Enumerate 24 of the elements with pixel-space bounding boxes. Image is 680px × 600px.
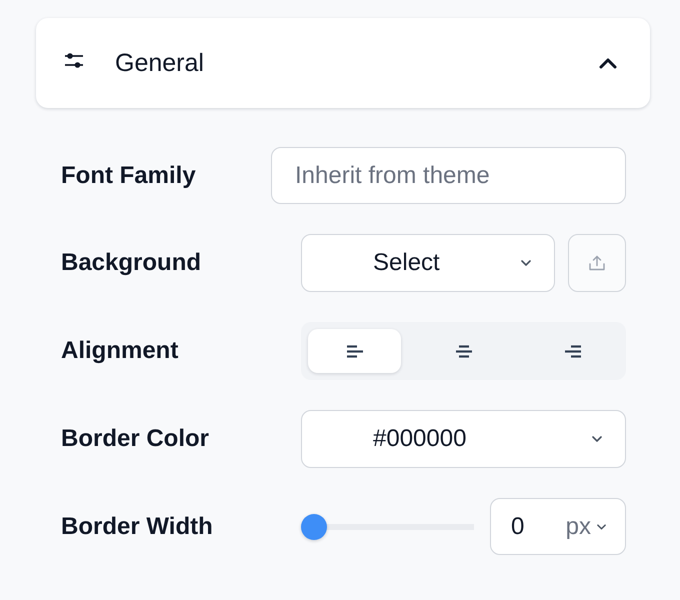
number-input[interactable]: 0 [511, 512, 541, 540]
select-dropdown[interactable]: Select [301, 234, 555, 292]
alignment-option[interactable] [308, 329, 401, 373]
align-center-icon [456, 344, 472, 358]
chevron-up-icon[interactable] [599, 58, 617, 68]
field-label: Alignment [61, 337, 180, 365]
caret-icon [521, 260, 531, 266]
select-dropdown[interactable]: #000000 [301, 410, 626, 468]
unit-dropdown[interactable]: px [566, 512, 606, 540]
text-input[interactable]: Inherit from theme [271, 147, 626, 204]
field-label: Border Width [61, 512, 214, 540]
field-label: Background [61, 249, 202, 277]
align-left-icon [346, 344, 362, 358]
caret-icon [597, 524, 606, 530]
slider-thumb[interactable] [301, 514, 327, 540]
field-label: Border Color [61, 425, 210, 453]
caret-icon [592, 436, 602, 442]
field-label: Font Family [61, 162, 197, 190]
upload-button[interactable] [568, 234, 626, 292]
sliders-icon [65, 52, 83, 68]
align-right-icon [564, 344, 580, 358]
section-header[interactable]: General [36, 18, 650, 108]
section-title: General [115, 48, 205, 78]
upload-icon [589, 255, 605, 271]
